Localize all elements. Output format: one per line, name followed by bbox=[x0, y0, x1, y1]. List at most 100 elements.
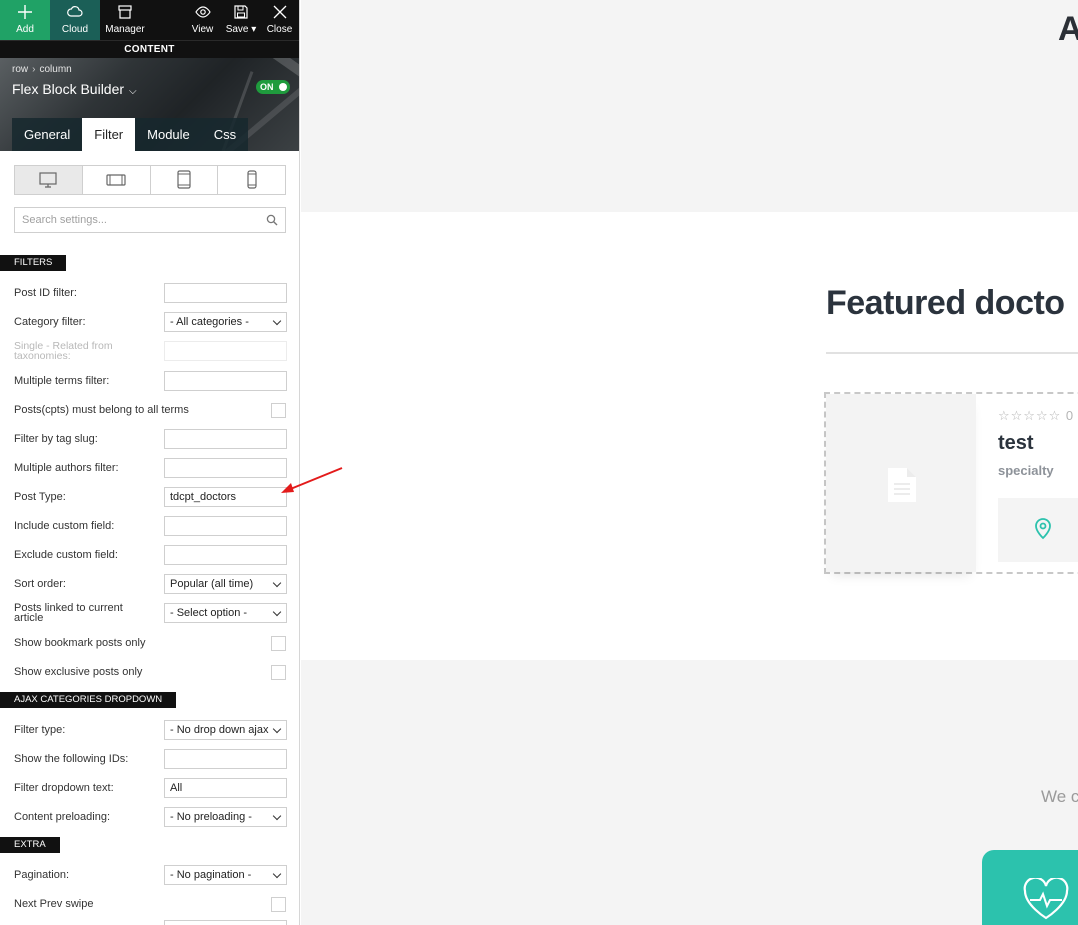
breadcrumb-column[interactable]: column bbox=[39, 64, 71, 75]
linked-posts-value: - Select option - bbox=[170, 607, 248, 619]
pagination-label: Pagination: bbox=[14, 869, 70, 881]
settings-tabs: General Filter Module Css bbox=[12, 118, 249, 151]
multiple-terms-label: Multiple terms filter: bbox=[14, 375, 110, 387]
save-label: Save ▾ bbox=[225, 24, 257, 35]
sort-order-row: Sort order: Popular (all time) bbox=[14, 574, 287, 594]
manager-icon bbox=[118, 5, 132, 19]
block-toggle[interactable]: ON bbox=[256, 80, 290, 94]
doctor-name[interactable]: test bbox=[998, 432, 1034, 455]
category-filter-value: - All categories - bbox=[170, 316, 249, 328]
close-icon bbox=[273, 5, 286, 19]
sort-order-select[interactable]: Popular (all time) bbox=[164, 574, 287, 594]
cta-text-fragment: We c bbox=[1041, 787, 1078, 806]
show-ids-input[interactable] bbox=[164, 749, 287, 769]
tab-module[interactable]: Module bbox=[135, 118, 202, 151]
feature-tile bbox=[982, 850, 1078, 925]
authors-filter-label: Multiple authors filter: bbox=[14, 462, 119, 474]
single-related-input bbox=[164, 341, 287, 361]
section-extra: EXTRA bbox=[0, 837, 60, 853]
cloud-label: Cloud bbox=[61, 24, 89, 35]
authors-filter-input[interactable] bbox=[164, 458, 287, 478]
manager-button[interactable]: Manager bbox=[100, 0, 150, 40]
bookmark-checkbox[interactable] bbox=[271, 635, 286, 651]
add-button[interactable]: Add bbox=[0, 0, 50, 40]
breadcrumb-separator-icon: › bbox=[32, 64, 36, 75]
linked-posts-select[interactable]: - Select option - bbox=[164, 603, 287, 623]
tab-general[interactable]: General bbox=[12, 118, 83, 151]
exclude-custom-field-row: Exclude custom field: bbox=[14, 545, 287, 565]
close-button[interactable]: Close bbox=[260, 0, 299, 40]
preloading-select[interactable]: - No preloading - bbox=[164, 807, 287, 827]
post-type-label: Post Type: bbox=[14, 491, 66, 503]
preview-top-band bbox=[301, 0, 1078, 212]
rating-stars: ☆☆☆☆☆ 0 bbox=[998, 408, 1074, 424]
pagination-select[interactable]: - No pagination - bbox=[164, 865, 287, 885]
authors-filter-row: Multiple authors filter: bbox=[14, 458, 287, 478]
doctor-image-placeholder bbox=[826, 394, 976, 572]
sort-order-label: Sort order: bbox=[14, 578, 66, 590]
section-divider bbox=[826, 352, 1078, 354]
exclusive-checkbox[interactable] bbox=[271, 664, 286, 680]
pagination-row: Pagination: - No pagination - bbox=[14, 865, 287, 885]
view-label: View bbox=[191, 24, 214, 35]
document-icon bbox=[888, 468, 916, 502]
tab-css[interactable]: Css bbox=[201, 118, 249, 151]
device-tablet-landscape[interactable] bbox=[81, 166, 150, 194]
header-title-fragment: A bbox=[1058, 10, 1078, 48]
linked-posts-row: Posts linked to current article - Select… bbox=[14, 602, 287, 624]
include-custom-field-input[interactable] bbox=[164, 516, 287, 536]
settings-search-input[interactable]: Search settings... bbox=[14, 207, 286, 233]
doctor-card[interactable]: ☆☆☆☆☆ 0 test specialty bbox=[824, 392, 1078, 574]
post-type-row: Post Type: tdcpt_doctors bbox=[14, 487, 287, 507]
filter-type-select[interactable]: - No drop down ajax filter - bbox=[164, 720, 287, 740]
must-belong-row: Posts(cpts) must belong to all terms bbox=[14, 400, 286, 420]
search-placeholder: Search settings... bbox=[22, 214, 107, 226]
multiple-terms-input[interactable] bbox=[164, 371, 287, 391]
toggle-label: ON bbox=[260, 82, 274, 92]
post-id-filter-label: Post ID filter: bbox=[14, 287, 77, 299]
preloading-row: Content preloading: - No preloading - bbox=[14, 807, 287, 827]
swipe-label: Next Prev swipe bbox=[14, 898, 94, 910]
chevron-down-icon: ⌵ bbox=[129, 86, 137, 97]
breadcrumb-row[interactable]: row bbox=[12, 64, 28, 75]
swipe-checkbox[interactable] bbox=[271, 896, 286, 912]
exclusive-row: Show exclusive posts only bbox=[14, 662, 286, 682]
filter-type-row: Filter type: - No drop down ajax filter … bbox=[14, 720, 287, 740]
partial-field[interactable] bbox=[164, 920, 287, 925]
exclude-custom-field-label: Exclude custom field: bbox=[14, 549, 118, 561]
linked-posts-label: Posts linked to current article bbox=[14, 602, 123, 624]
close-label: Close bbox=[266, 24, 293, 35]
category-filter-select[interactable]: - All categories - bbox=[164, 312, 287, 332]
location-pin-icon bbox=[1035, 518, 1051, 540]
device-switcher bbox=[14, 165, 286, 195]
block-title: Flex Block Builder bbox=[12, 81, 125, 97]
must-belong-checkbox[interactable] bbox=[271, 402, 286, 418]
block-title-dropdown[interactable]: Flex Block Builder ⌵ bbox=[12, 81, 137, 97]
tab-filter[interactable]: Filter bbox=[82, 118, 136, 151]
include-custom-field-label: Include custom field: bbox=[14, 520, 115, 532]
save-button[interactable]: Save ▾ bbox=[222, 0, 260, 40]
star-icons: ☆☆☆☆☆ bbox=[998, 408, 1062, 423]
heart-pulse-icon bbox=[1023, 878, 1069, 920]
pagination-value: - No pagination - bbox=[170, 869, 252, 881]
view-button[interactable]: View bbox=[183, 0, 222, 40]
device-tablet-portrait[interactable] bbox=[149, 166, 218, 194]
floppy-icon bbox=[234, 5, 248, 19]
tag-slug-label: Filter by tag slug: bbox=[14, 433, 98, 445]
dropdown-text-input[interactable]: All bbox=[164, 778, 287, 798]
filter-type-value: - No drop down ajax filter - bbox=[170, 724, 270, 736]
must-belong-label: Posts(cpts) must belong to all terms bbox=[14, 404, 189, 416]
exclude-custom-field-input[interactable] bbox=[164, 545, 287, 565]
cloud-button[interactable]: Cloud bbox=[50, 0, 100, 40]
device-desktop[interactable] bbox=[15, 166, 82, 194]
multiple-terms-row: Multiple terms filter: bbox=[14, 371, 287, 391]
device-phone[interactable] bbox=[217, 166, 285, 194]
tag-slug-input[interactable] bbox=[164, 429, 287, 449]
post-type-input[interactable]: tdcpt_doctors bbox=[164, 487, 287, 507]
page-preview: A Featured docto ☆☆☆☆☆ 0 test specialty … bbox=[301, 0, 1078, 925]
post-id-filter-input[interactable] bbox=[164, 283, 287, 303]
show-ids-row: Show the following IDs: bbox=[14, 749, 287, 769]
add-label: Add bbox=[16, 24, 34, 35]
preloading-label: Content preloading: bbox=[14, 811, 111, 823]
top-toolbar: Add Cloud Manager View Save ▾ Close bbox=[0, 0, 299, 40]
